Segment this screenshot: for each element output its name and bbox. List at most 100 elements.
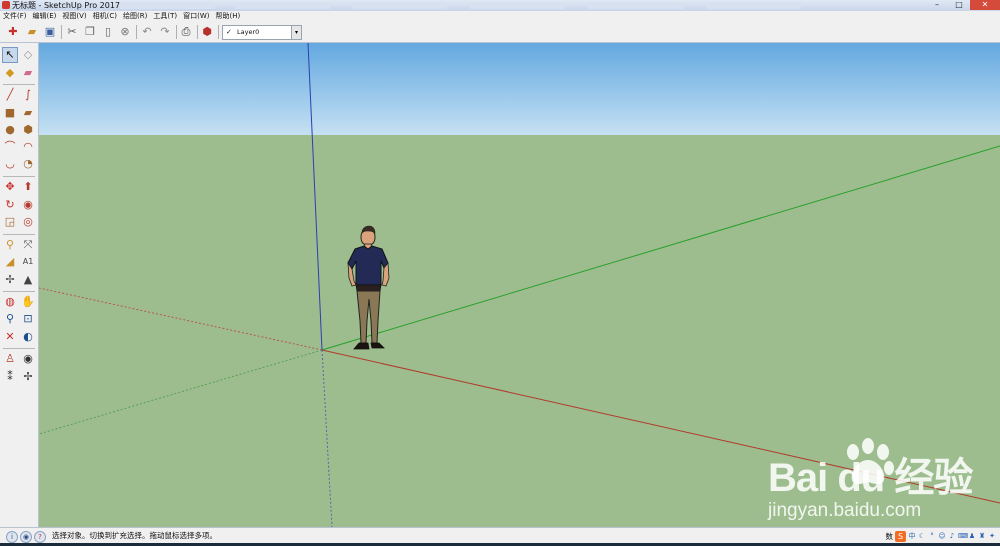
3d-text-icon[interactable]: ▲ — [21, 273, 35, 287]
palette-separator — [3, 234, 35, 235]
emoji-icon[interactable]: ☺ — [938, 532, 946, 540]
look-around-icon[interactable]: ◉ — [21, 352, 35, 366]
axes-tool-icon[interactable]: ✢ — [3, 273, 17, 287]
sketchup-app-icon — [2, 1, 10, 9]
orbit-tool-icon[interactable]: ◍ — [3, 295, 17, 309]
undo-icon[interactable]: ↶ — [139, 24, 155, 40]
line-tool-icon[interactable]: ╱ — [3, 88, 17, 102]
background-tab-ghost — [706, 2, 801, 9]
palette-separator — [3, 348, 35, 349]
rectangle-tool-icon[interactable]: ■ — [3, 106, 17, 120]
circle-tool-icon[interactable]: ● — [3, 123, 17, 137]
geo-location-icon[interactable]: ◉ — [20, 531, 32, 543]
palette-separator — [3, 84, 35, 85]
select-tool-icon[interactable]: ↖ — [2, 47, 18, 63]
walk-tool-icon[interactable]: ⁑ — [3, 370, 17, 384]
background-tab-ghost — [120, 2, 215, 9]
tape-measure-icon[interactable]: ⚲ — [3, 238, 17, 252]
baidu-jingyan-watermark: Bai du 经验 jingyan.baidu.com — [768, 438, 973, 526]
mic-icon[interactable]: ♪ — [948, 532, 956, 540]
help-icon[interactable]: ? — [34, 531, 46, 543]
menu-file[interactable]: 文件(F) — [0, 11, 30, 22]
keyboard-icon[interactable]: ⌨ — [958, 532, 968, 540]
protractor-icon[interactable]: ◢ — [3, 255, 17, 269]
lang-icon[interactable]: 中 — [908, 532, 916, 540]
green-axis — [321, 145, 1000, 351]
polygon-tool-icon[interactable]: ⬢ — [21, 123, 35, 137]
menu-window[interactable]: 窗口(W) — [180, 11, 212, 22]
print-icon[interactable]: ⎙ — [178, 24, 194, 40]
tool-palette: ↖ ◇ ◆ ▰ ╱ ∫ ■ ▰ ● ⬢ ⌒ ◠ ◡ ◔ ✥ ⬆ ↻ ◉ ◲ ◎ … — [0, 43, 39, 527]
minimize-button[interactable]: – — [926, 0, 948, 10]
freehand-tool-icon[interactable]: ∫ — [21, 88, 35, 102]
position-camera-icon[interactable]: ♙ — [3, 352, 17, 366]
background-tab-ghost — [352, 2, 447, 9]
info-icon[interactable]: i — [6, 531, 18, 543]
blue-axis — [307, 43, 323, 351]
maximize-button[interactable]: □ — [948, 0, 970, 10]
redo-icon[interactable]: ↷ — [157, 24, 173, 40]
shirt-icon[interactable]: ♜ — [978, 532, 986, 540]
scale-tool-icon[interactable]: ◲ — [3, 215, 17, 229]
chevron-down-icon[interactable]: ▾ — [291, 26, 301, 39]
zoom-window-icon[interactable]: ⊡ — [21, 312, 35, 326]
watermark-logo-text: Bai du 经验 — [768, 456, 973, 500]
background-tab-ghost — [235, 2, 330, 9]
user-icon[interactable]: ♟ — [968, 532, 976, 540]
moon-icon[interactable]: ☾ — [918, 532, 926, 540]
three-point-arc-icon[interactable]: ◡ — [3, 157, 17, 171]
status-text: 选择对象。切换到扩充选择。拖动鼠标选择多项。 — [52, 531, 217, 540]
menu-camera[interactable]: 相机(C) — [90, 11, 120, 22]
paint-bucket-icon[interactable]: ◆ — [3, 66, 17, 80]
pie-tool-icon[interactable]: ◔ — [21, 157, 35, 171]
arc-tool-icon[interactable]: ⌒ — [3, 140, 17, 154]
text-tool-icon[interactable]: A1 — [21, 255, 35, 269]
blue-axis-hidden — [321, 349, 333, 527]
layer-check-icon: ✓ — [226, 28, 232, 36]
layer-select[interactable]: ✓ Layer0 ▾ — [222, 25, 302, 40]
eraser-icon[interactable]: ▰ — [21, 66, 35, 80]
open-folder-icon[interactable]: ▰ — [24, 24, 40, 40]
menu-bar: 文件(F) 编辑(E) 视图(V) 相机(C) 绘图(R) 工具(T) 窗口(W… — [0, 11, 1000, 22]
previous-view-icon[interactable]: ◐ — [21, 330, 35, 344]
cut-icon[interactable]: ✂ — [64, 24, 80, 40]
two-point-arc-icon[interactable]: ◠ — [21, 140, 35, 154]
model-info-icon[interactable]: ⬢ — [199, 24, 215, 40]
move-tool-icon[interactable]: ✥ — [3, 180, 17, 194]
save-icon[interactable]: ▣ — [42, 24, 58, 40]
erase-icon[interactable]: ⊗ — [117, 24, 133, 40]
menu-tools[interactable]: 工具(T) — [150, 11, 180, 22]
zoom-tool-icon[interactable]: ⚲ — [3, 312, 17, 326]
rotated-rectangle-icon[interactable]: ▰ — [21, 106, 35, 120]
copy-icon[interactable]: ❐ — [82, 24, 98, 40]
close-button[interactable]: ✕ — [970, 0, 1000, 10]
person-figure — [347, 225, 390, 350]
window-title: 无标题 - SketchUp Pro 2017 — [12, 1, 120, 10]
menu-edit[interactable]: 编辑(E) — [30, 11, 60, 22]
section-plane-icon[interactable]: ✢ — [21, 370, 35, 384]
zoom-extents-icon[interactable]: ✕ — [3, 330, 17, 344]
toolbar-separator — [136, 25, 137, 39]
component-tool-icon[interactable]: ◇ — [21, 48, 35, 62]
menu-view[interactable]: 视图(V) — [59, 11, 89, 22]
menu-draw[interactable]: 绘图(R) — [120, 11, 150, 22]
toolbar-separator — [218, 25, 219, 39]
window-controls: – □ ✕ — [926, 0, 1000, 11]
main-toolbar: ✚ ▰ ▣ ✂ ❐ ▯ ⊗ ↶ ↷ ⎙ ⬢ ✓ Layer0 ▾ — [0, 22, 1000, 43]
ime-icon[interactable]: S — [895, 530, 906, 542]
tools-icon[interactable]: ✦ — [988, 532, 996, 540]
measurements-label: 数 — [885, 531, 894, 541]
punct-icon[interactable]: ° — [928, 532, 936, 540]
pan-tool-icon[interactable]: ✋ — [21, 295, 35, 309]
menu-help[interactable]: 帮助(H) — [212, 11, 243, 22]
background-tab-ghost — [588, 2, 683, 9]
paste-icon[interactable]: ▯ — [100, 24, 116, 40]
layer-name: Layer0 — [237, 28, 260, 36]
rotate-tool-icon[interactable]: ↻ — [3, 198, 17, 212]
dimension-tool-icon[interactable]: ⤧ — [21, 238, 35, 252]
follow-me-icon[interactable]: ◉ — [21, 198, 35, 212]
toolbar-separator — [176, 25, 177, 39]
new-file-icon[interactable]: ✚ — [5, 24, 21, 40]
push-pull-icon[interactable]: ⬆ — [21, 180, 35, 194]
offset-tool-icon[interactable]: ◎ — [21, 215, 35, 229]
